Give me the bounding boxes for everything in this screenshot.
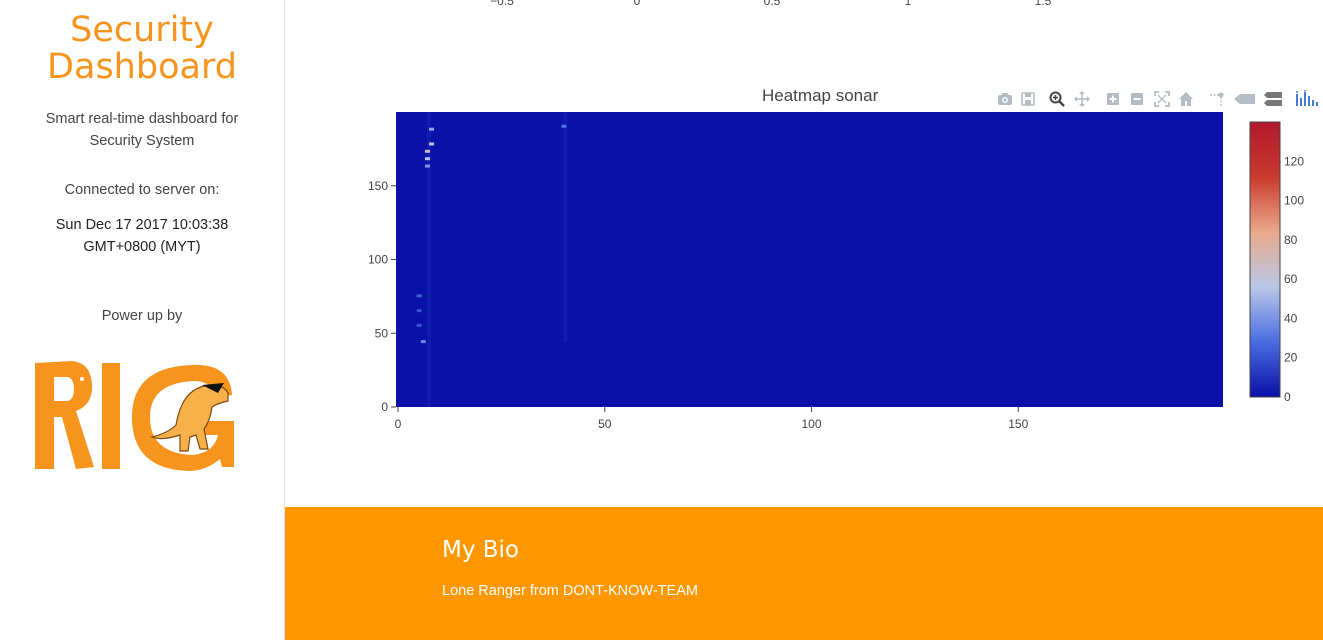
heatmap-streak — [563, 112, 568, 342]
bio-footer: My Bio Lone Ranger from DONT-KNOW-TEAM — [285, 507, 1323, 640]
colorbar-tick-label: 80 — [1284, 233, 1298, 247]
sidebar: Security Dashboard Smart real-time dashb… — [0, 0, 285, 640]
rig-logo — [35, 361, 234, 471]
x-tick-label: 100 — [801, 417, 821, 431]
colorbar-tick-label: 100 — [1284, 194, 1304, 208]
heatmap-cell — [420, 340, 426, 344]
heatmap-background — [396, 112, 1223, 407]
brand-title: Security Dashboard — [0, 12, 284, 86]
power-label: Power up by — [101, 308, 183, 324]
heatmap-cell — [416, 323, 422, 327]
connected-time: Sun Dec 17 2017 10:03:38 GMT+0800 (MYT) — [0, 214, 284, 258]
heatmap-cell — [416, 294, 422, 298]
colorbar-tick-label: 0 — [1284, 390, 1291, 404]
heatmap-cell — [416, 309, 422, 313]
heatmap-streak — [426, 112, 431, 407]
y-tick-label: 150 — [368, 179, 388, 193]
colorbar-tick-label: 60 — [1284, 272, 1298, 286]
heatmap-cell — [429, 127, 435, 131]
x-tick-label: 150 — [1008, 417, 1028, 431]
heatmap-cell — [561, 124, 567, 128]
colorbar-tick-label: 40 — [1284, 311, 1298, 325]
heatmap-cell — [424, 149, 430, 153]
bio-title: My Bio — [442, 537, 520, 563]
colorbar — [1249, 121, 1281, 398]
connected-label: Connected to server on: — [64, 182, 220, 198]
dashboard-subtitle: Smart real-time dashboard for Security S… — [45, 111, 239, 149]
heatmap-cell — [424, 164, 430, 168]
heatmap-plot[interactable]: 0 50 100 150 0 50 100 150 0 20 40 60 80 100 120 — [286, 0, 1323, 440]
x-tick-label: 50 — [598, 417, 612, 431]
bio-text: Lone Ranger from DONT-KNOW-TEAM — [442, 583, 698, 599]
y-tick-label: 50 — [375, 326, 389, 340]
connected-time-text: Sun Dec 17 2017 10:03:38 GMT+0800 (MYT) — [55, 217, 229, 255]
colorbar-tick-label: 20 — [1284, 351, 1298, 365]
brand-title-line2: Dashboard — [47, 47, 237, 87]
colorbar-tick-label: 120 — [1284, 154, 1304, 168]
brand-title-line1: Security — [70, 10, 214, 50]
y-tick-label: 0 — [381, 400, 388, 414]
heatmap-cell — [429, 142, 435, 146]
heatmap-cell — [424, 157, 430, 161]
x-tick-label: 0 — [395, 417, 402, 431]
y-tick-label: 100 — [368, 253, 388, 267]
